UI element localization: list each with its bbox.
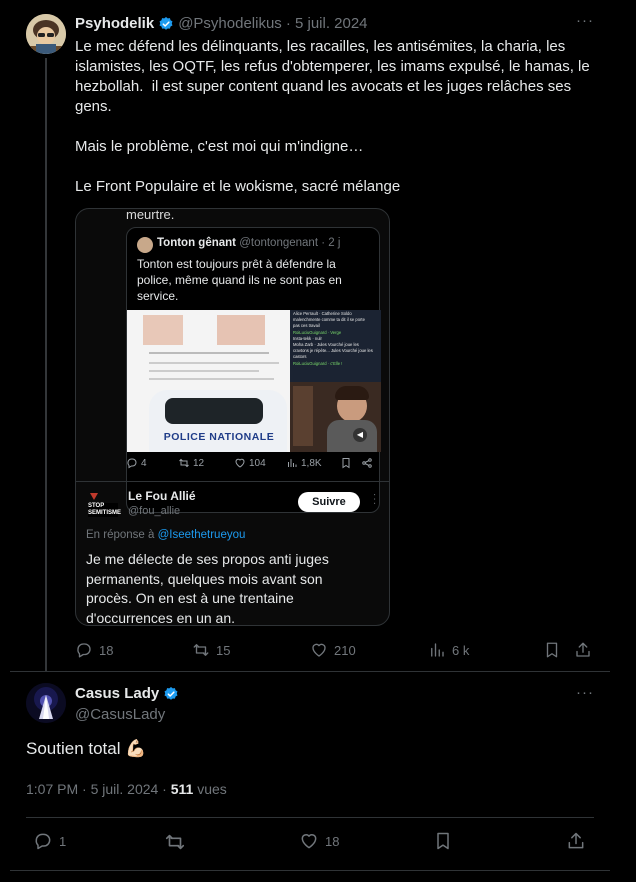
bookmark-action[interactable] — [543, 641, 561, 659]
tweet-date[interactable]: · 5 juil. 2024 — [286, 15, 368, 32]
retweet-icon — [165, 834, 185, 850]
stream-chat: Alice Perrault · Catherine Soldo malench… — [293, 311, 373, 366]
reply-text: Je me délecte de ses propos anti juges p… — [86, 551, 329, 626]
tweet-timestamp[interactable]: 1:07 PM · 5 juil. 2024 · — [26, 781, 167, 797]
in-reply-prefix: En réponse à — [86, 529, 155, 541]
avatar[interactable] — [26, 14, 66, 54]
heart-icon — [312, 643, 326, 657]
handle[interactable]: @CasusLady — [75, 706, 165, 723]
actions-divider — [26, 817, 594, 818]
reply-icon — [77, 643, 91, 658]
media-top-text: meurtre. — [126, 208, 175, 222]
quote-reply[interactable]: 4 — [126, 457, 147, 469]
display-name[interactable]: Casus Lady — [75, 685, 159, 702]
views-count: 511 — [170, 781, 194, 797]
media-divider — [76, 481, 389, 482]
retweet-action[interactable]: 15 — [192, 641, 230, 659]
reply-icon — [35, 833, 51, 850]
more-options-icon[interactable]: ··· — [576, 12, 594, 29]
bookmark-icon — [437, 832, 449, 850]
attached-media[interactable]: meurtre. Tonton gênant @tontongenant · 2… — [75, 208, 390, 626]
quote-retweet[interactable]: 12 — [178, 457, 204, 469]
quote-bookmark-icon[interactable] — [340, 457, 352, 472]
reply-icon — [127, 458, 137, 469]
tweet-casus-lady[interactable]: Casus Lady @CasusLady ··· Soutien total … — [10, 671, 610, 882]
quote-like[interactable]: 104 — [234, 457, 266, 469]
quote-actions: 4 12 104 1,8K — [126, 457, 376, 473]
share-action[interactable] — [574, 641, 592, 659]
police-car-text: POLICE NATIONALE — [163, 431, 275, 443]
tweet-text: Le mec défend les délinquants, les racai… — [75, 38, 590, 195]
views-label: vues — [197, 781, 227, 797]
more-options-icon[interactable]: ··· — [576, 684, 594, 701]
quote-name: Tonton gênant — [157, 237, 236, 249]
handle[interactable]: @Psyhodelikus — [178, 15, 282, 32]
share-action[interactable] — [566, 831, 586, 851]
retweet-icon — [179, 458, 189, 468]
avatar-illustration — [26, 14, 66, 54]
reply-handle[interactable]: @fou_allie — [128, 505, 180, 517]
follow-button[interactable]: Suivre — [298, 492, 360, 512]
quote-avatar — [137, 237, 153, 253]
quote-handle: @tontongenant · 2 j — [239, 237, 341, 249]
thread-line — [45, 58, 47, 678]
like-action[interactable]: 210 — [310, 641, 356, 659]
reply-action[interactable]: 18 — [75, 641, 113, 659]
views-icon — [431, 643, 444, 657]
avatar[interactable] — [26, 683, 66, 723]
avatar-illustration — [26, 683, 66, 723]
bottom-divider — [10, 870, 610, 871]
verified-badge-icon — [159, 16, 173, 30]
in-reply-handle[interactable]: @Iseethetrueyou — [158, 529, 246, 541]
quote-image: POLICE NATIONALE Alice Perrault · Cather… — [127, 310, 381, 452]
heart-icon — [235, 458, 245, 468]
retweet-icon — [193, 644, 209, 656]
reply-action[interactable]: 1 — [33, 831, 66, 851]
quote-views[interactable]: 1,8K — [286, 457, 322, 469]
quote-share-icon[interactable] — [361, 457, 373, 472]
share-icon — [568, 832, 584, 849]
bookmark-action[interactable] — [433, 831, 453, 851]
quote-text: Tonton est toujours prêt à défendre la p… — [137, 257, 342, 303]
views-icon — [288, 459, 297, 467]
verified-badge-icon — [164, 686, 178, 700]
mute-icon: ◀ — [353, 428, 367, 442]
reply-more-icon[interactable]: ··· — [369, 493, 380, 506]
tweet-text: Soutien total 💪🏻 — [26, 739, 147, 758]
reply-logo: STOP SEMITISME — [86, 491, 121, 521]
share-icon — [576, 642, 590, 657]
display-name[interactable]: Psyhodelik — [75, 15, 154, 32]
heart-icon — [301, 834, 317, 849]
reply-name[interactable]: Le Fou Allié — [128, 489, 196, 503]
views-action[interactable]: 6 k — [428, 641, 469, 659]
bookmark-icon — [546, 642, 558, 658]
like-action[interactable]: 18 — [299, 831, 339, 851]
retweet-action[interactable] — [164, 831, 186, 853]
